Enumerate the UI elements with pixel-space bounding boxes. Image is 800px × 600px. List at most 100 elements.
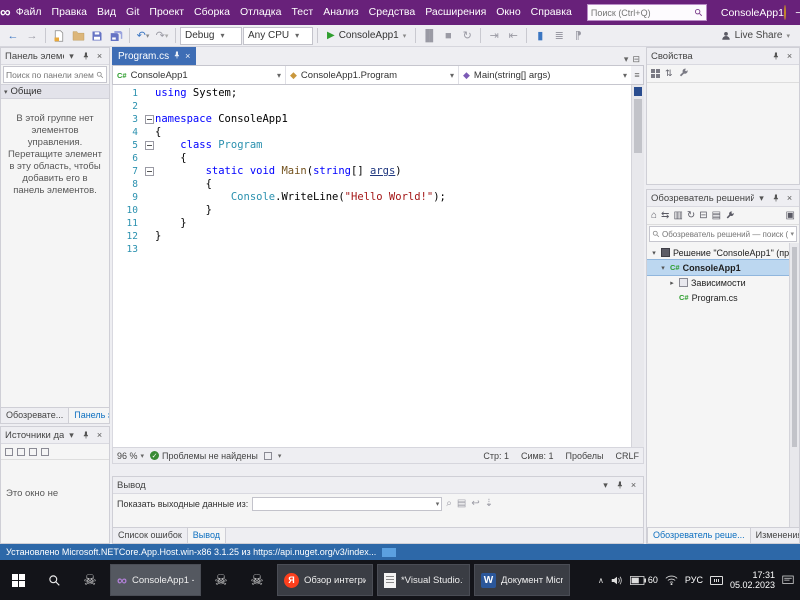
code-editor[interactable]: 1 using System; 2 3 namespace ConsoleApp1 4{5… [112, 85, 644, 447]
start-debugging-button[interactable]: ▶ ConsoleApp1 ▾ [322, 26, 411, 46]
tree-expand-arrow-icon[interactable]: ▾ [650, 249, 658, 257]
menu-item-8[interactable]: Анализ [318, 0, 363, 25]
toolbox-tab-1[interactable]: Панель эле... [68, 408, 109, 423]
taskbar-button-skull-4[interactable]: ☠ [203, 560, 239, 600]
break-all-icon[interactable]: ▐▌ [420, 26, 438, 46]
code-cleanup-icon[interactable] [263, 451, 272, 460]
open-folder-icon[interactable] [69, 26, 87, 46]
spaces-indicator[interactable]: Пробелы [566, 451, 604, 461]
clear-output-icon[interactable]: ▤ [457, 498, 466, 509]
chevron-down-icon[interactable]: ▾ [278, 452, 282, 460]
menu-item-1[interactable]: Правка [47, 0, 92, 25]
quick-search-box[interactable] [586, 4, 707, 21]
quick-search-input[interactable] [590, 7, 691, 18]
volume-icon[interactable] [611, 575, 623, 586]
editor-vertical-scrollbar[interactable] [631, 85, 644, 447]
preview-selected-items-icon[interactable]: ▣ [786, 210, 795, 221]
taskbar-app-word-8[interactable]: W Документ Microso... [473, 564, 570, 596]
undo-icon[interactable]: ↶ ▾ [134, 26, 152, 46]
step-into-icon[interactable]: ⇥ [485, 26, 503, 46]
tree-item-3[interactable]: C# Program.cs [647, 290, 789, 305]
user-avatar[interactable] [783, 5, 786, 20]
taskbar-clock[interactable]: 17:31 05.02.2023 [730, 570, 775, 590]
zoom-control[interactable]: 96 % ▾ [117, 451, 144, 461]
chevron-down-icon[interactable]: ▾ [756, 193, 767, 204]
output-content[interactable] [113, 513, 643, 527]
code-line-8[interactable]: 8 { [113, 178, 631, 191]
sync-with-active-document-icon[interactable]: ↻ [687, 210, 695, 221]
alphabetical-sort-icon[interactable]: ⇅ [665, 68, 673, 79]
edit-data-source-icon[interactable] [17, 447, 25, 456]
code-line-2[interactable]: 2 [113, 100, 631, 113]
toolbox-section-general[interactable]: ▾ Общие [1, 84, 109, 99]
horizontal-splitter[interactable] [112, 464, 644, 476]
code-line-11[interactable]: 11 } [113, 217, 631, 230]
solution-explorer-scrollbar[interactable] [789, 243, 799, 527]
solution-platform-dropdown[interactable]: Any CPU ▾ [243, 26, 313, 45]
menu-item-9[interactable]: Средства [364, 0, 421, 25]
tree-item-2[interactable]: ▸ Зависимости [647, 275, 789, 290]
code-line-9[interactable]: 9 Console.WriteLine("Hello World!"); [113, 191, 631, 204]
active-files-dropdown-icon[interactable]: ▾ [624, 54, 629, 65]
configure-icon[interactable] [41, 447, 49, 456]
redo-icon[interactable]: ↷ ▾ [153, 26, 171, 46]
solution-explorer-tab-1[interactable]: Изменения Git — п... [751, 528, 799, 543]
taskbar-button-search-1[interactable] [36, 560, 72, 600]
taskbar-button-skull-5[interactable]: ☠ [239, 560, 275, 600]
chevron-down-icon[interactable]: ▾ [66, 430, 77, 441]
bookmark-icon[interactable]: ▮ [531, 26, 549, 46]
tree-expand-arrow-icon[interactable]: ▸ [668, 279, 676, 287]
fold-collapse-icon[interactable] [144, 115, 154, 124]
solution-configuration-dropdown[interactable]: Debug ▾ [180, 26, 242, 45]
toolbox-search-box[interactable] [3, 66, 107, 83]
code-line-10[interactable]: 10 } [113, 204, 631, 217]
chevron-down-icon[interactable]: ▾ [66, 51, 77, 62]
type-dropdown[interactable]: ◆ ConsoleApp1.Program ▾ [286, 66, 459, 84]
close-icon[interactable]: × [94, 51, 105, 62]
chevron-down-icon[interactable]: ▾ [600, 480, 611, 491]
scrollbar-thumb[interactable] [792, 247, 797, 447]
menu-item-11[interactable]: Окно [491, 0, 525, 25]
save-all-icon[interactable] [107, 26, 125, 46]
tree-item-1[interactable]: ▾ C# ConsoleApp1 [647, 259, 789, 276]
toolbox-search-input[interactable] [6, 69, 94, 80]
fold-collapse-icon[interactable] [144, 167, 154, 176]
pin-icon[interactable] [173, 51, 181, 61]
menu-item-6[interactable]: Отладка [235, 0, 287, 25]
menu-item-4[interactable]: Проект [144, 0, 189, 25]
toggle-autoscroll-icon[interactable]: ⇣ [485, 498, 493, 509]
line-indicator[interactable]: Стр: 1 [483, 451, 509, 461]
pin-icon[interactable] [770, 193, 781, 204]
code-line-13[interactable]: 13 [113, 243, 631, 256]
project-dropdown[interactable]: C# ConsoleApp1 ▾ [113, 66, 286, 84]
navigate-back-icon[interactable]: ← [4, 26, 22, 46]
show-hidden-icons-chevron[interactable]: ∧ [598, 576, 604, 585]
word-wrap-icon[interactable]: ↩ [471, 498, 479, 509]
home-icon[interactable]: ⌂ [651, 210, 657, 221]
pin-icon[interactable] [614, 480, 625, 491]
step-over-icon[interactable]: ⇤ [504, 26, 522, 46]
menu-item-2[interactable]: Вид [92, 0, 121, 25]
menu-item-12[interactable]: Справка [526, 0, 577, 25]
output-tab-1[interactable]: Вывод [186, 528, 227, 543]
action-center-icon[interactable] [782, 575, 794, 586]
tree-expand-arrow-icon[interactable]: ▾ [659, 264, 667, 272]
close-icon[interactable]: × [784, 193, 795, 204]
close-icon[interactable]: × [185, 51, 190, 61]
split-window-button[interactable]: ≡ [631, 66, 643, 84]
stop-icon[interactable]: ■ [439, 26, 457, 46]
keyboard-layout-icon[interactable] [709, 575, 723, 585]
taskbar-button-skull-2[interactable]: ☠ [72, 560, 108, 600]
save-icon[interactable] [88, 26, 106, 46]
property-pages-icon[interactable] [678, 67, 688, 80]
solution-explorer-search-box[interactable]: ▾ [649, 226, 797, 242]
refresh-icon[interactable] [29, 447, 37, 456]
taskbar-app-yandex-6[interactable]: Я Обзор интегриров... [276, 564, 373, 596]
code-line-1[interactable]: 1 using System; [113, 87, 631, 100]
close-icon[interactable]: × [784, 51, 795, 62]
code-line-6[interactable]: 6 { [113, 152, 631, 165]
network-icon[interactable] [665, 575, 678, 585]
code-line-4[interactable]: 4{ [113, 126, 631, 139]
navigate-forward-icon[interactable]: → [23, 26, 41, 46]
show-all-files-icon[interactable]: ▤ [712, 210, 721, 221]
